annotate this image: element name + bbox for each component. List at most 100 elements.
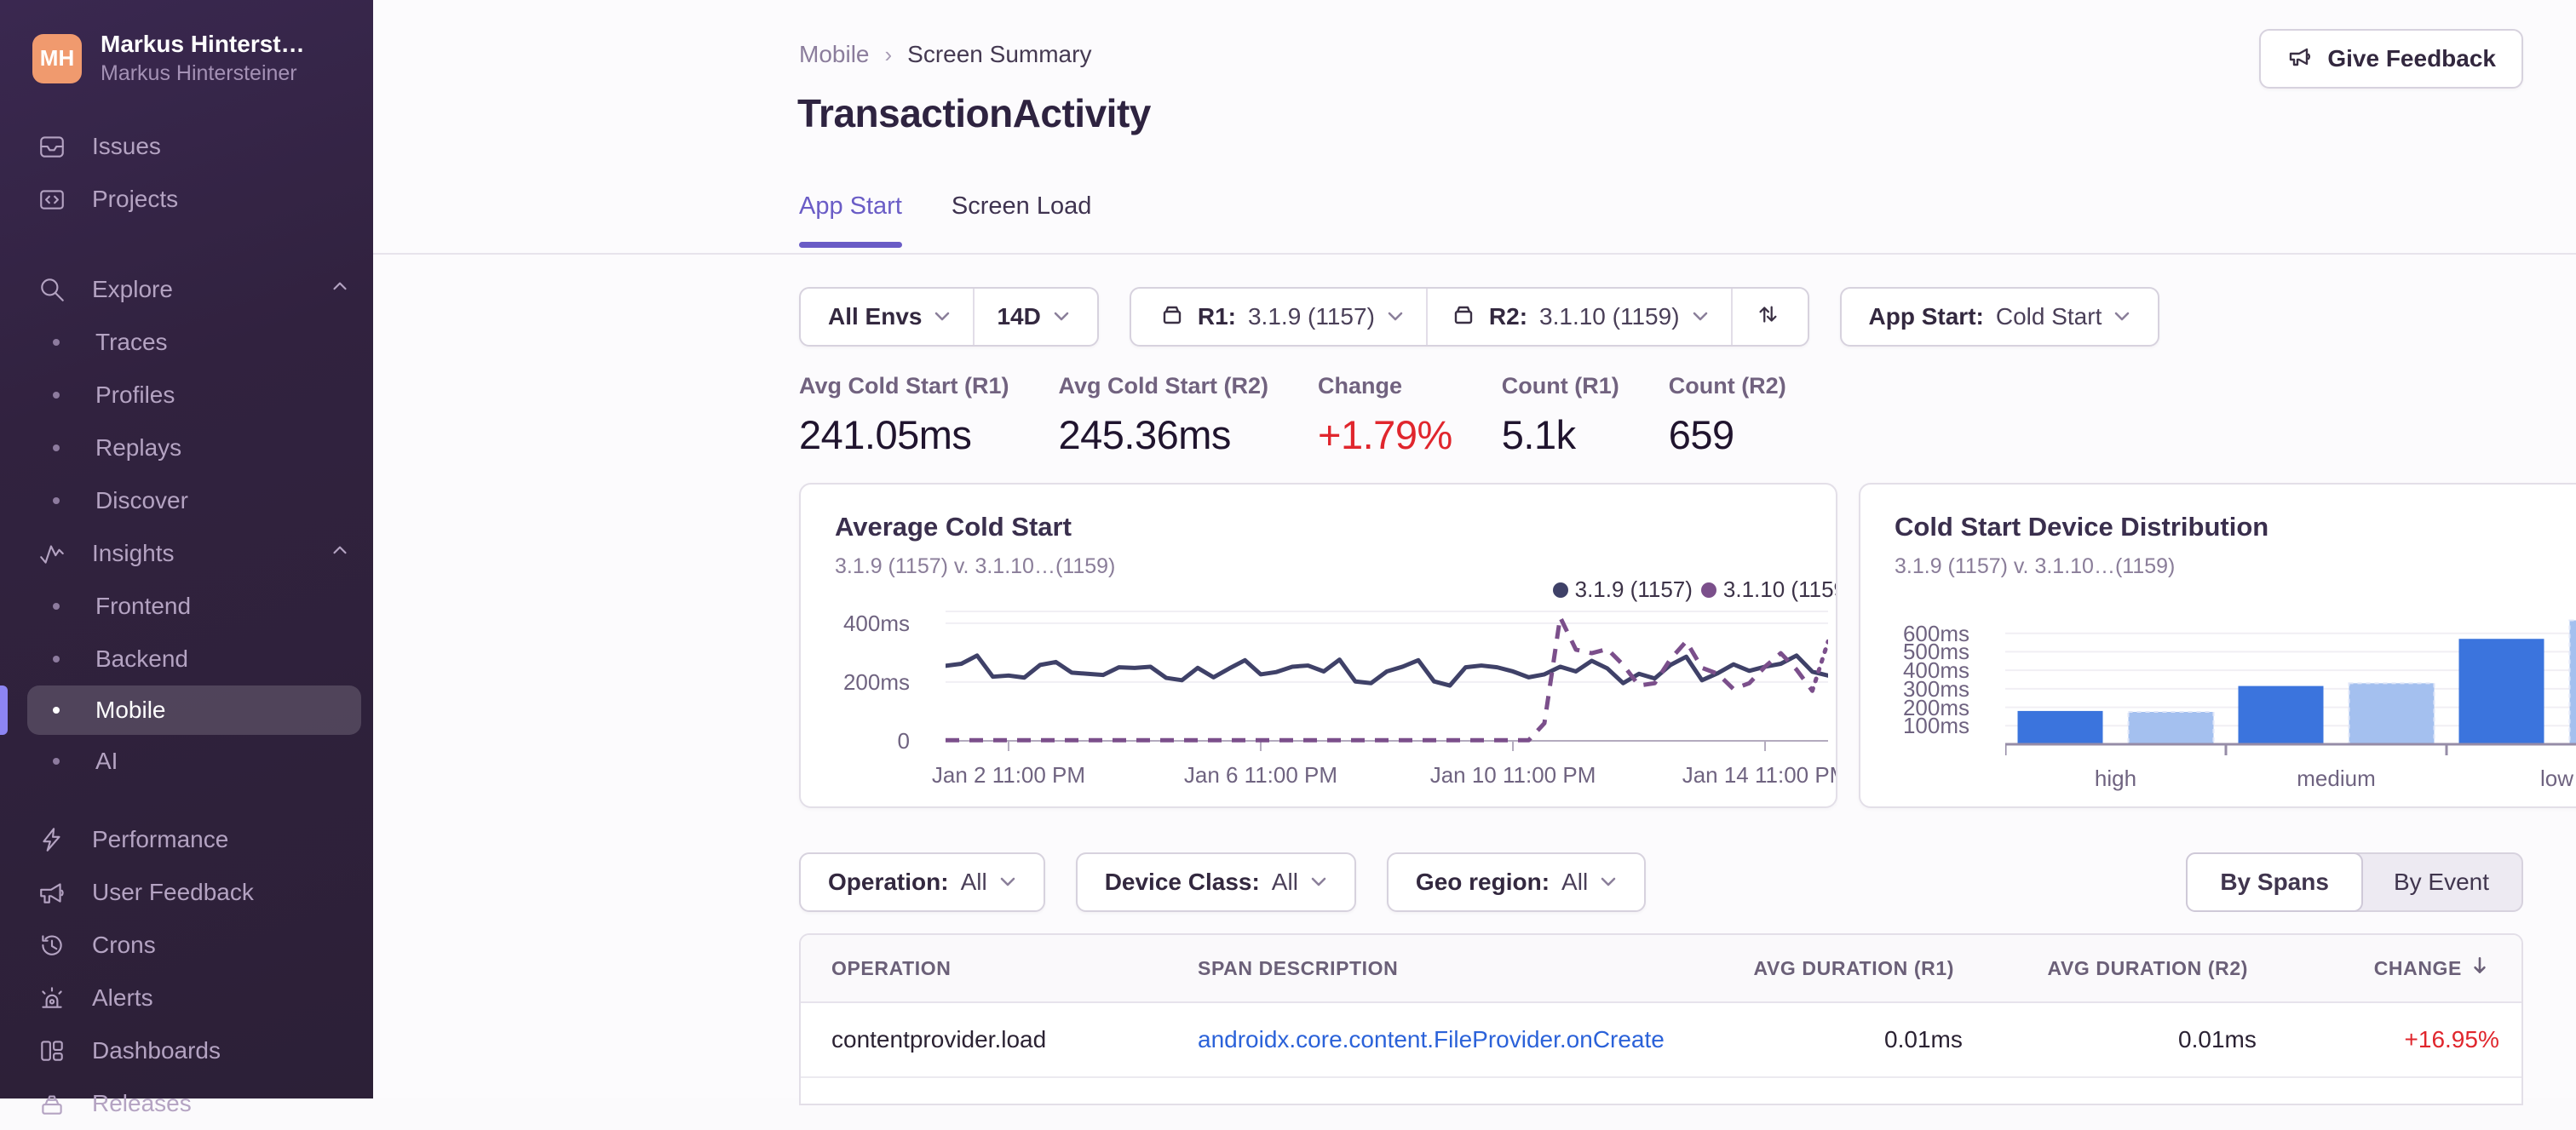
release-box-icon xyxy=(1159,301,1186,334)
breadcrumb: Mobile › Screen Summary xyxy=(799,41,1091,68)
chart-subtitle: 3.1.9 (1157) v. 3.1.10…(1159) xyxy=(835,554,1836,579)
dashboards-icon xyxy=(37,1036,66,1065)
y-tick-label: 200ms xyxy=(843,669,910,696)
cell-avg-r2: 0.01ms xyxy=(1993,1026,2287,1053)
sidebar-item-backend[interactable]: Backend xyxy=(0,633,373,685)
sidebar-item-projects[interactable]: Projects xyxy=(0,173,373,226)
search-icon xyxy=(37,275,66,304)
user-name: Markus Hinterst… xyxy=(101,31,305,58)
swap-vertical-icon xyxy=(1755,301,1780,333)
bullet-icon xyxy=(53,445,60,451)
projects-icon xyxy=(37,185,66,214)
sidebar: MH Markus Hinterst… Markus Hintersteiner… xyxy=(0,0,373,1098)
sidebar-item-alerts[interactable]: Alerts xyxy=(0,972,373,1024)
sidebar-item-issues[interactable]: Issues xyxy=(0,120,373,173)
avg-cold-start-chart-card: Average Cold Start 3.1.9 (1157) v. 3.1.1… xyxy=(799,483,1837,808)
col-operation[interactable]: OPERATION xyxy=(801,957,1167,980)
bullet-icon xyxy=(53,497,60,504)
app-start-type-select[interactable]: App Start: Cold Start xyxy=(1847,289,2153,345)
sidebar-item-insights[interactable]: Insights xyxy=(0,527,373,580)
sidebar-item-replays[interactable]: Replays xyxy=(0,422,373,474)
sidebar-nav: Issues Projects Explore Traces Profiles … xyxy=(0,120,373,1130)
device-distribution-chart-card: Cold Start Device Distribution 3.1.9 (11… xyxy=(1859,483,2576,808)
span-description-link[interactable]: androidx.core.content.FileProvider.onCre… xyxy=(1167,1026,1695,1053)
avatar: MH xyxy=(32,34,82,83)
sidebar-item-mobile[interactable]: Mobile xyxy=(27,685,361,735)
sidebar-item-explore[interactable]: Explore xyxy=(0,263,373,316)
next-row-partial xyxy=(801,1078,2521,1104)
chart-title: Cold Start Device Distribution xyxy=(1895,512,2576,542)
sidebar-item-ai[interactable]: AI xyxy=(0,735,373,788)
chevron-up-icon xyxy=(329,276,351,304)
sidebar-item-label: Projects xyxy=(92,186,178,213)
breadcrumb-mobile[interactable]: Mobile xyxy=(799,41,869,68)
col-avg-duration-r2[interactable]: AVG DURATION (R2) xyxy=(1985,957,2279,980)
y-tick-label: 400ms xyxy=(843,611,910,637)
bullet-icon xyxy=(53,758,60,765)
x-axis-labels: Jan 2 11:00 PMJan 6 11:00 PMJan 10 11:00… xyxy=(946,762,1828,796)
environment-select[interactable]: All Envs xyxy=(806,289,973,345)
x-tick-label: Jan 2 11:00 PM xyxy=(932,762,1085,789)
bullet-icon xyxy=(53,392,60,399)
table-row: contentprovider.load androidx.core.conte… xyxy=(801,1003,2521,1078)
tabs: App Start Screen Load xyxy=(799,192,1091,248)
app-start-filter: App Start: Cold Start xyxy=(1840,287,2160,347)
col-span-description[interactable]: SPAN DESCRIPTION xyxy=(1167,957,1687,980)
x-tick-label: Jan 6 11:00 PM xyxy=(1184,762,1337,789)
bullet-icon xyxy=(53,339,60,346)
stats-row: Avg Cold Start (R1) 241.05ms Avg Cold St… xyxy=(799,373,1786,458)
give-feedback-button[interactable]: Give Feedback xyxy=(2259,29,2523,89)
bar-category-label: medium xyxy=(2297,766,2375,792)
release-r2-select[interactable]: R2: 3.1.10 (1159) xyxy=(1428,289,1731,345)
bar-chart-plot xyxy=(2005,610,2576,762)
cell-change: +16.95% xyxy=(2287,1026,2523,1053)
page-title: TransactionActivity xyxy=(797,90,1151,136)
sidebar-item-frontend[interactable]: Frontend xyxy=(0,580,373,633)
tab-app-start[interactable]: App Start xyxy=(799,192,902,248)
device-class-filter[interactable]: Device Class: All xyxy=(1076,852,1356,912)
chevron-up-icon xyxy=(329,540,351,568)
col-change[interactable]: CHANGE xyxy=(2279,955,2521,982)
releases-icon xyxy=(37,1089,66,1118)
lightning-icon xyxy=(37,825,66,854)
stat-count-r2: Count (R2) 659 xyxy=(1669,373,1786,458)
sidebar-item-user-feedback[interactable]: User Feedback xyxy=(0,866,373,919)
sidebar-item-label: Insights xyxy=(92,540,175,567)
sort-desc-icon xyxy=(2469,955,2491,982)
operation-filter[interactable]: Operation: All xyxy=(799,852,1045,912)
chart-title: Average Cold Start xyxy=(835,512,1836,542)
sidebar-item-dashboards[interactable]: Dashboards xyxy=(0,1024,373,1077)
release-compare-filter: R1: 3.1.9 (1157) R2: 3.1.10 (1159) xyxy=(1130,287,1809,347)
bullet-icon xyxy=(53,656,60,663)
by-event-toggle[interactable]: By Event xyxy=(2361,854,2521,910)
sidebar-item-discover[interactable]: Discover xyxy=(0,474,373,527)
active-item-indicator xyxy=(0,685,8,735)
bullet-icon xyxy=(53,603,60,610)
issues-icon xyxy=(37,132,66,161)
period-select[interactable]: 14D xyxy=(975,289,1091,345)
org-switcher[interactable]: MH Markus Hinterst… Markus Hintersteiner xyxy=(0,0,373,86)
tab-screen-load[interactable]: Screen Load xyxy=(952,192,1091,248)
sidebar-item-profiles[interactable]: Profiles xyxy=(0,369,373,422)
org-name: Markus Hintersteiner xyxy=(101,61,305,86)
stat-avg-cold-start-r1: Avg Cold Start (R1) 241.05ms xyxy=(799,373,1009,458)
sidebar-item-crons[interactable]: Crons xyxy=(0,919,373,972)
x-axis-labels: highmediumlowUnknown xyxy=(2005,766,2576,800)
geo-region-filter[interactable]: Geo region: All xyxy=(1387,852,1646,912)
col-avg-duration-r1[interactable]: AVG DURATION (R1) xyxy=(1687,957,1985,980)
sidebar-item-releases[interactable]: Releases xyxy=(0,1077,373,1130)
sidebar-item-performance[interactable]: Performance xyxy=(0,813,373,866)
sidebar-item-traces[interactable]: Traces xyxy=(0,316,373,369)
release-r1-select[interactable]: R1: 3.1.9 (1157) xyxy=(1136,289,1426,345)
x-tick-label: Jan 14 11:00 PM xyxy=(1682,762,1837,789)
chart-legend: 3.1.9 (1157) 3.1.10 (1159 xyxy=(1553,576,1837,603)
x-tick-label: Jan 10 11:00 PM xyxy=(1430,762,1596,789)
swap-releases-button[interactable] xyxy=(1733,289,1803,345)
cell-avg-r1: 0.01ms xyxy=(1695,1026,1993,1053)
megaphone-icon xyxy=(37,878,66,907)
table-header: OPERATION SPAN DESCRIPTION AVG DURATION … xyxy=(801,935,2521,1003)
sidebar-item-label: Explore xyxy=(92,276,173,303)
line-chart-plot xyxy=(946,606,1828,759)
clock-icon xyxy=(37,931,66,960)
by-spans-toggle[interactable]: By Spans xyxy=(2186,852,2363,912)
